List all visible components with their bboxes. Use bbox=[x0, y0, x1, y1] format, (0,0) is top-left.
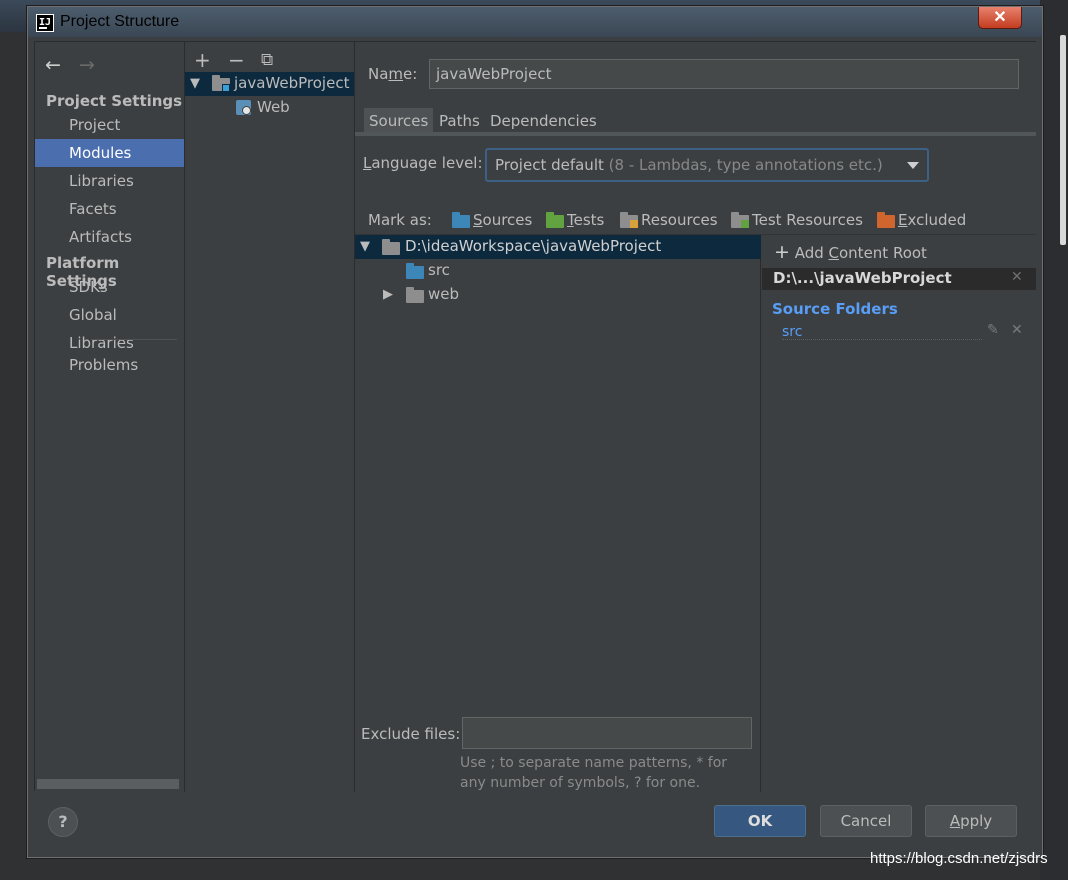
mark-as-toolbar: Mark as: Sources Tests Resources Test Re… bbox=[355, 206, 1036, 230]
folder-icon bbox=[406, 287, 424, 303]
language-level-dropdown[interactable]: Project default (8 - Lambdas, type annot… bbox=[485, 148, 929, 182]
background-scrollbar bbox=[1060, 35, 1066, 245]
mark-excluded-label: Excluded bbox=[898, 211, 967, 229]
language-level-value: Project default bbox=[495, 156, 604, 174]
content-tree-web-label: web bbox=[428, 285, 460, 303]
sidebar-item-libraries[interactable]: Libraries bbox=[35, 167, 184, 195]
content-roots-panel: + Add Content Root D:\...\javaWebProject… bbox=[762, 235, 1036, 792]
tab-paths[interactable]: Paths bbox=[434, 108, 485, 134]
content-tree-src-label: src bbox=[428, 261, 450, 279]
name-label: Name: bbox=[368, 65, 418, 83]
sidebar-item-artifacts[interactable]: Artifacts bbox=[35, 223, 184, 251]
module-tabs: Sources Paths Dependencies bbox=[355, 108, 1036, 134]
intellij-app-icon: IJ bbox=[36, 14, 54, 32]
mark-sources-label: Sources bbox=[473, 211, 533, 229]
module-tree-root-label: javaWebProject bbox=[234, 74, 350, 92]
language-level-hint: (8 - Lambdas, type annotations etc.) bbox=[608, 156, 883, 174]
source-folder-label: src bbox=[782, 324, 803, 340]
content-tree: ▼ D:\ideaWorkspace\javaWebProject src ▶ … bbox=[355, 235, 761, 792]
content-root-row[interactable]: ▼ D:\ideaWorkspace\javaWebProject bbox=[355, 235, 761, 259]
content-root-label: D:\ideaWorkspace\javaWebProject bbox=[405, 237, 662, 255]
add-content-root-button[interactable]: + Add Content Root bbox=[774, 241, 927, 263]
add-content-root-label: Add Content Root bbox=[794, 244, 927, 262]
folder-icon bbox=[382, 239, 400, 255]
tab-sources[interactable]: Sources bbox=[364, 108, 434, 134]
project-structure-dialog: IJ Project Structure ✕ ← → Project Setti… bbox=[27, 6, 1043, 858]
exclude-files-input[interactable] bbox=[462, 717, 752, 749]
tab-underline bbox=[355, 132, 1036, 136]
web-facet-icon bbox=[236, 100, 251, 115]
sidebar-item-project[interactable]: Project bbox=[35, 111, 184, 139]
copy-icon[interactable]: ⧉ bbox=[261, 50, 273, 70]
module-tree-panel: + − ⧉ ▼ javaWebProject Web bbox=[185, 42, 355, 792]
language-level-label: Language level: bbox=[363, 154, 483, 172]
ok-button[interactable]: OK bbox=[714, 805, 806, 837]
exclude-files-hint-line1: Use ; to separate name patterns, * for bbox=[460, 755, 728, 771]
project-settings-header: Project Settings bbox=[46, 92, 183, 110]
mark-tests-label: Tests bbox=[567, 211, 605, 229]
settings-sidebar: ← → Project Settings Project Modules Lib… bbox=[35, 42, 185, 792]
mark-test-resources-label: Test Resources bbox=[752, 211, 863, 229]
exclude-files-hint-line2: any number of symbols, ? for one. bbox=[460, 775, 701, 791]
dialog-titlebar[interactable]: IJ Project Structure ✕ bbox=[28, 7, 1042, 37]
watermark-url: https://blog.csdn.net/zjsdrs bbox=[870, 850, 1048, 867]
content-root-title-row: D:\...\javaWebProject ✕ bbox=[762, 268, 1036, 290]
exclude-files-label: Exclude files: bbox=[361, 725, 461, 743]
sidebar-item-problems[interactable]: Problems bbox=[35, 351, 184, 379]
content-tree-row-src[interactable]: src bbox=[355, 259, 761, 283]
cancel-button[interactable]: Cancel bbox=[820, 805, 912, 837]
excluded-folder-icon bbox=[877, 212, 895, 228]
dialog-content: ← → Project Settings Project Modules Lib… bbox=[34, 41, 1036, 792]
expand-triangle-icon[interactable]: ▼ bbox=[360, 239, 370, 254]
sidebar-item-global-libraries[interactable]: Global Libraries bbox=[35, 301, 184, 352]
module-tree-row[interactable]: Web bbox=[185, 96, 354, 120]
module-settings-panel: Name: javaWebProject Sources Paths Depen… bbox=[355, 42, 1036, 792]
forward-arrow-icon[interactable]: → bbox=[79, 54, 95, 76]
module-tree-row-selected[interactable]: ▼ javaWebProject bbox=[185, 72, 354, 96]
dialog-title: Project Structure bbox=[60, 13, 180, 30]
edit-pencil-icon[interactable]: ✎ bbox=[987, 322, 999, 338]
source-folders-header: Source Folders bbox=[772, 300, 898, 318]
sidebar-horizontal-scrollbar[interactable] bbox=[37, 779, 179, 789]
remove-content-root-icon[interactable]: ✕ bbox=[1011, 269, 1023, 285]
remove-icon[interactable]: − bbox=[228, 48, 245, 72]
sidebar-item-facets[interactable]: Facets bbox=[35, 195, 184, 223]
add-icon: + bbox=[774, 241, 790, 263]
tests-folder-icon bbox=[546, 212, 564, 228]
sidebar-item-modules[interactable]: Modules bbox=[35, 139, 184, 167]
content-root-title: D:\...\javaWebProject bbox=[773, 269, 952, 287]
module-tree-child-label: Web bbox=[257, 98, 290, 116]
apply-button[interactable]: Apply bbox=[925, 805, 1017, 837]
source-folder-entry: src bbox=[782, 322, 982, 340]
content-tree-row-web[interactable]: ▶ web bbox=[355, 283, 761, 307]
help-button[interactable]: ? bbox=[48, 807, 78, 837]
chevron-down-icon bbox=[907, 162, 919, 169]
sources-folder-icon bbox=[452, 212, 470, 228]
mark-resources-label: Resources bbox=[641, 211, 718, 229]
add-icon[interactable]: + bbox=[194, 48, 211, 72]
expand-triangle-icon[interactable]: ▼ bbox=[190, 76, 200, 91]
close-button[interactable]: ✕ bbox=[978, 7, 1022, 29]
back-arrow-icon[interactable]: ← bbox=[45, 54, 61, 76]
collapse-triangle-icon[interactable]: ▶ bbox=[383, 287, 393, 302]
remove-source-folder-icon[interactable]: ✕ bbox=[1011, 322, 1023, 338]
background-editor-strip bbox=[1040, 0, 1068, 880]
mark-as-label: Mark as: bbox=[368, 211, 432, 229]
tab-dependencies[interactable]: Dependencies bbox=[485, 108, 602, 134]
sidebar-divider bbox=[91, 339, 177, 340]
sources-folder-icon bbox=[406, 263, 424, 279]
sidebar-item-sdks[interactable]: SDKs bbox=[35, 273, 184, 301]
module-name-input[interactable]: javaWebProject bbox=[429, 59, 1019, 89]
